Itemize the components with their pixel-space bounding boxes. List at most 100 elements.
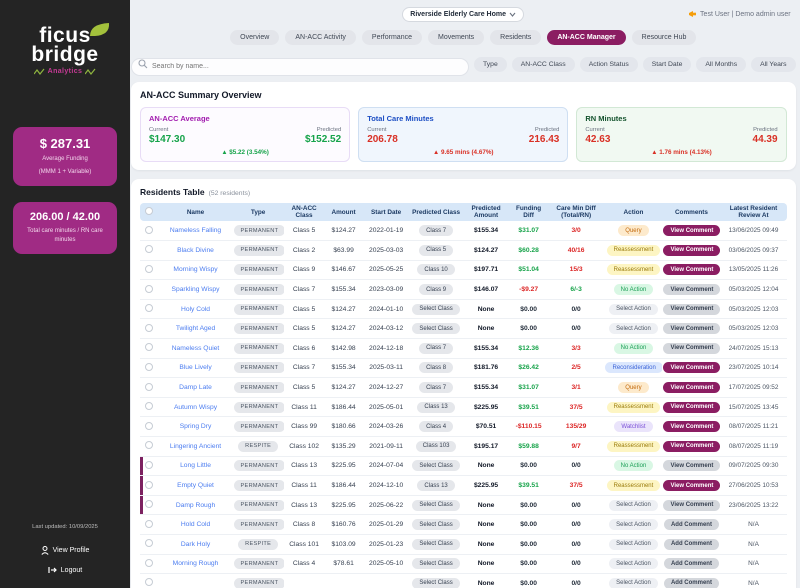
row-checkbox[interactable] xyxy=(145,422,153,430)
resident-name-link[interactable]: Twilight Aged xyxy=(176,325,215,332)
resident-name-link[interactable]: Morning Wispy xyxy=(173,266,217,273)
action-select[interactable]: Watchlist xyxy=(614,421,652,432)
resident-name-link[interactable]: Sparkling Wispy xyxy=(172,286,220,293)
predicted-class-select[interactable]: Class 4 xyxy=(419,421,453,432)
row-checkbox[interactable] xyxy=(145,226,153,234)
resident-name-link[interactable]: Autumn Wispy xyxy=(174,404,217,411)
action-select[interactable]: Query xyxy=(618,382,648,393)
comments-button[interactable]: Add Comment xyxy=(664,539,719,550)
row-checkbox[interactable] xyxy=(145,324,153,332)
row-checkbox[interactable] xyxy=(145,343,153,351)
search-input[interactable] xyxy=(131,58,469,76)
select-all-checkbox[interactable] xyxy=(145,207,153,215)
comments-button[interactable]: View Comment xyxy=(663,460,720,471)
row-checkbox[interactable] xyxy=(145,363,153,371)
comments-button[interactable]: View Comment xyxy=(663,421,720,432)
predicted-class-select[interactable]: Class 13 xyxy=(417,402,454,413)
comments-button[interactable]: Add Comment xyxy=(664,519,719,530)
logout-button[interactable]: Logout xyxy=(0,566,130,574)
action-select[interactable]: Select Action xyxy=(609,539,658,550)
view-profile-button[interactable]: View Profile xyxy=(0,546,130,555)
comments-button[interactable]: View Comment xyxy=(663,402,720,413)
comments-button[interactable]: Add Comment xyxy=(664,578,719,588)
tab-performance[interactable]: Performance xyxy=(362,30,422,45)
filter-anacc-class[interactable]: AN-ACC Class xyxy=(512,57,575,72)
resident-name-link[interactable]: Lingering Ancient xyxy=(170,443,221,450)
tab-anacc-activity[interactable]: AN-ACC Activity xyxy=(285,30,356,45)
predicted-class-select[interactable]: Class 103 xyxy=(416,441,457,452)
row-checkbox[interactable] xyxy=(145,520,153,528)
comments-button[interactable]: Add Comment xyxy=(664,558,719,569)
comments-button[interactable]: View Comment xyxy=(663,304,720,315)
action-select[interactable]: Select Action xyxy=(609,519,658,530)
predicted-class-select[interactable]: Class 7 xyxy=(419,382,453,393)
predicted-class-select[interactable]: Select Class xyxy=(412,323,459,334)
row-checkbox[interactable] xyxy=(145,402,153,410)
predicted-class-select[interactable]: Select Class xyxy=(412,539,459,550)
predicted-class-select[interactable]: Select Class xyxy=(412,500,459,511)
predicted-class-select[interactable]: Class 10 xyxy=(417,264,454,275)
filter-all-years[interactable]: All Years xyxy=(751,57,795,72)
resident-name-link[interactable]: Damp Rough xyxy=(176,502,215,509)
comments-button[interactable]: View Comment xyxy=(663,500,720,511)
predicted-class-select[interactable]: Class 13 xyxy=(417,480,454,491)
predicted-class-select[interactable]: Class 7 xyxy=(419,343,453,354)
row-checkbox[interactable] xyxy=(145,285,153,293)
action-select[interactable]: No Action xyxy=(614,343,654,354)
predicted-class-select[interactable]: Select Class xyxy=(412,460,459,471)
resident-name-link[interactable]: Dark Holy xyxy=(181,541,210,548)
action-select[interactable]: Select Action xyxy=(609,578,658,588)
resident-name-link[interactable]: Morning Rough xyxy=(173,560,219,567)
action-select[interactable]: Query xyxy=(618,225,648,236)
predicted-class-select[interactable]: Class 5 xyxy=(419,245,453,256)
row-checkbox[interactable] xyxy=(145,245,153,253)
row-checkbox[interactable] xyxy=(145,559,153,567)
tab-resource-hub[interactable]: Resource Hub xyxy=(632,30,697,45)
tab-movements[interactable]: Movements xyxy=(428,30,484,45)
action-select[interactable]: Reassessment xyxy=(607,480,661,491)
row-checkbox[interactable] xyxy=(145,539,153,547)
comments-button[interactable]: View Comment xyxy=(663,480,720,491)
row-checkbox[interactable] xyxy=(145,461,153,469)
comments-button[interactable]: View Comment xyxy=(663,441,720,452)
comments-button[interactable]: View Comment xyxy=(663,264,720,275)
action-select[interactable]: Select Action xyxy=(609,304,658,315)
resident-name-link[interactable]: Blue Lively xyxy=(179,364,211,371)
tab-overview[interactable]: Overview xyxy=(230,30,279,45)
action-select[interactable]: Select Action xyxy=(609,500,658,511)
predicted-class-select[interactable]: Select Class xyxy=(412,578,459,588)
resident-name-link[interactable]: Hold Cold xyxy=(181,521,210,528)
row-checkbox[interactable] xyxy=(145,578,153,586)
predicted-class-select[interactable]: Select Class xyxy=(412,304,459,315)
filter-start-date[interactable]: Start Date xyxy=(643,57,692,72)
action-select[interactable]: Select Action xyxy=(609,558,658,569)
comments-button[interactable]: View Comment xyxy=(663,362,720,373)
action-select[interactable]: No Action xyxy=(614,460,654,471)
tab-anacc-manager[interactable]: AN-ACC Manager xyxy=(547,30,625,45)
comments-button[interactable]: View Comment xyxy=(663,284,720,295)
action-select[interactable]: Reassessment xyxy=(607,441,661,452)
resident-name-link[interactable]: Damp Late xyxy=(179,384,212,391)
resident-name-link[interactable]: Nameless Quiet xyxy=(172,345,220,352)
filter-all-months[interactable]: All Months xyxy=(696,57,746,72)
action-select[interactable]: Reconsideration xyxy=(605,362,662,373)
filter-type[interactable]: Type xyxy=(474,57,507,72)
resident-name-link[interactable]: Long Little xyxy=(180,462,211,469)
predicted-class-select[interactable]: Select Class xyxy=(412,519,459,530)
predicted-class-select[interactable]: Class 7 xyxy=(419,225,453,236)
action-select[interactable]: Reassessment xyxy=(607,264,661,275)
predicted-class-select[interactable]: Class 9 xyxy=(419,284,453,295)
comments-button[interactable]: View Comment xyxy=(663,245,720,256)
comments-button[interactable]: View Comment xyxy=(663,382,720,393)
resident-name-link[interactable]: Nameless Falling xyxy=(170,227,221,234)
action-select[interactable]: Select Action xyxy=(609,323,658,334)
resident-name-link[interactable]: Empty Quiet xyxy=(177,482,214,489)
row-checkbox[interactable] xyxy=(145,383,153,391)
predicted-class-select[interactable]: Select Class xyxy=(412,558,459,569)
row-checkbox[interactable] xyxy=(145,500,153,508)
resident-name-link[interactable]: Black Divine xyxy=(177,247,214,254)
tab-residents[interactable]: Residents xyxy=(490,30,541,45)
predicted-class-select[interactable]: Class 8 xyxy=(419,362,453,373)
comments-button[interactable]: View Comment xyxy=(663,343,720,354)
action-select[interactable]: Reassessment xyxy=(607,402,661,413)
